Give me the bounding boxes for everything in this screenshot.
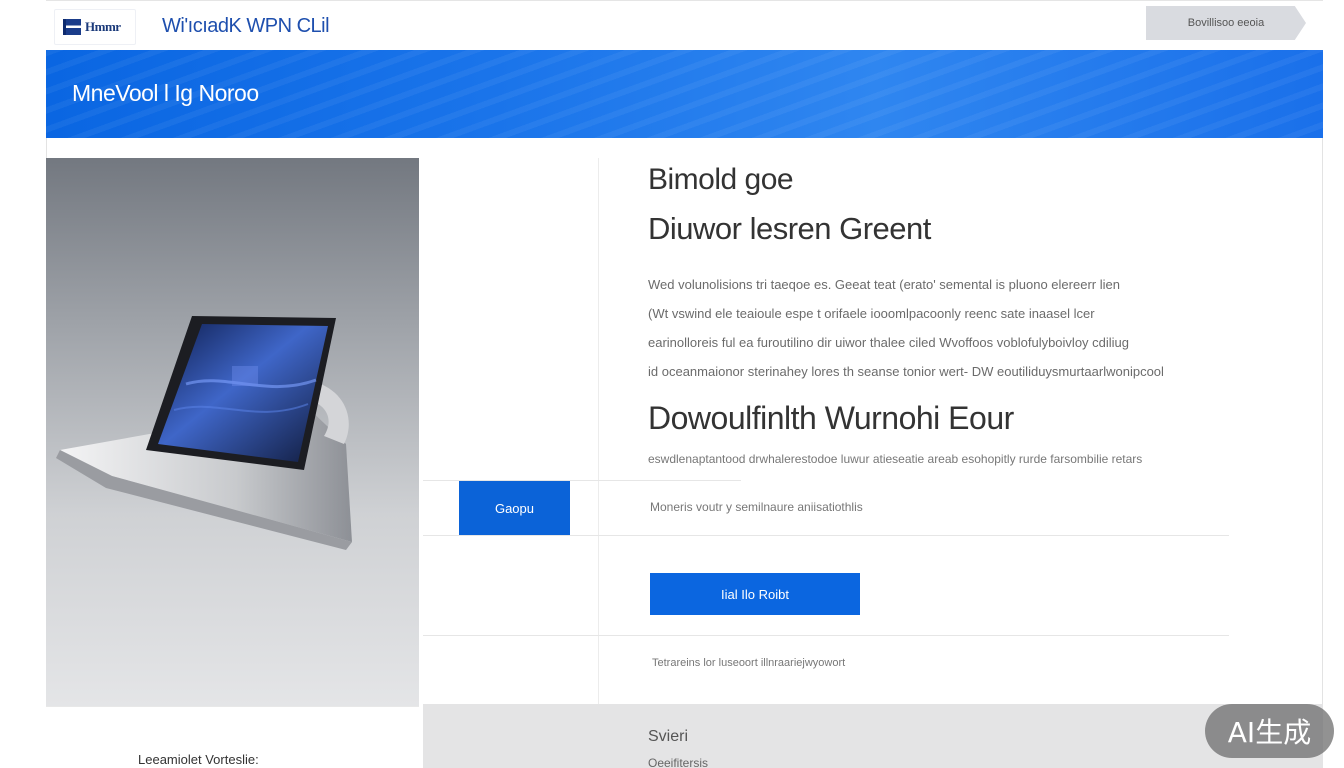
logo-mark-icon (63, 19, 81, 35)
paragraph-line: earinolloreis ful ea furoutilino dir uiw… (648, 335, 1130, 350)
download-subline: eswdlenaptantood drwhalerestodoe luwur a… (648, 452, 1143, 466)
tab-active[interactable]: Gaopu (459, 481, 570, 535)
bottom-section (423, 704, 1323, 768)
column-divider (598, 158, 599, 704)
product-image (46, 158, 419, 706)
download-heading: Dowoulfinlth Wurnohi Eour (648, 400, 1014, 436)
bottom-section-title: Svieri (648, 728, 689, 745)
row-divider (423, 535, 1229, 536)
paragraph-line: Wed volunolisions tri taeqoe es. Geeat t… (648, 277, 1120, 292)
section-heading-line2: Diuwor lesren Greent (648, 211, 931, 246)
paragraph-line: id oceanmaionor sterinahey lores th sean… (648, 364, 1164, 379)
device-illustration (56, 316, 352, 550)
product-caption: Leeamiolet Vorteslie: (138, 752, 259, 767)
paragraph-line: (Wt vswind ele teaioule espe t orifaele … (648, 306, 1095, 321)
section-heading-line1: Bimold goe (648, 163, 794, 196)
primary-download-button[interactable]: Iial Ilo Roibt (650, 573, 860, 615)
ai-generated-badge: AI生成 (1205, 704, 1334, 758)
bottom-section-subtitle: Oeeifitersis (648, 756, 709, 768)
brand-logo[interactable]: Hmmr (54, 9, 136, 45)
footnote-link[interactable]: Tetrareins lor luseoort illnraariejwyowo… (652, 657, 845, 669)
page-margin-left (0, 0, 46, 768)
header-cta-button[interactable]: Bovillisoo eeoia (1146, 6, 1306, 40)
hero-banner: MneVool l Ig Noroo (46, 50, 1323, 138)
row-divider (423, 635, 1229, 636)
logo-text: Hmmr (85, 19, 121, 34)
site-title[interactable]: Wi'ıcıadK WPN CLil (162, 15, 330, 38)
banner-title: MneVool l Ig Noroo (72, 80, 259, 106)
tab-description: Moneris voutr y semilnaure aniisatiothli… (650, 500, 863, 514)
top-navigation-bar: Hmmr Wi'ıcıadK WPN CLil Bovillisoo eeoia (46, 0, 1323, 50)
